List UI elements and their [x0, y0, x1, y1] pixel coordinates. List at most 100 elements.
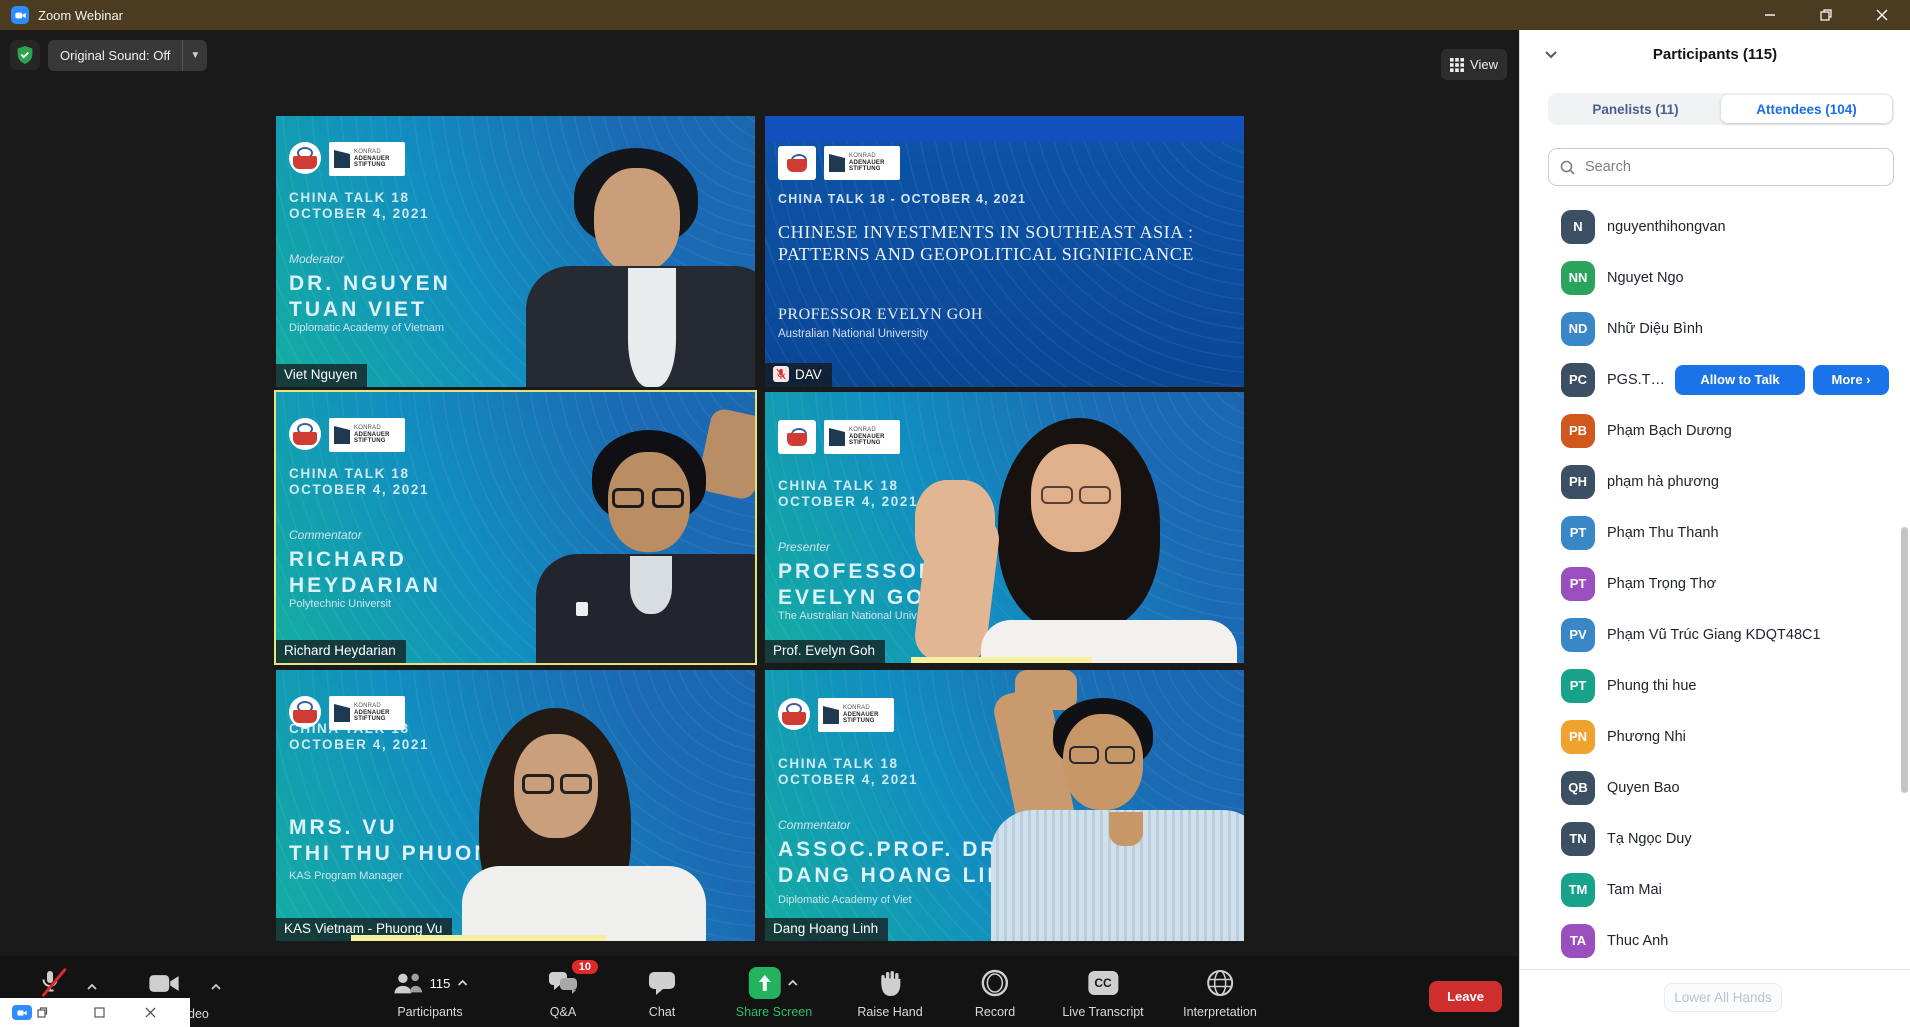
slide-role: Moderator: [289, 252, 344, 266]
participant-name-label: DAV: [765, 363, 832, 387]
meeting-main-area: Original Sound: Off ▼ View KONRADADENAUE…: [0, 30, 1519, 1027]
view-label: View: [1470, 57, 1498, 72]
participant-name: phạm hà phương: [1607, 474, 1719, 490]
participant-avatar: PT: [1561, 567, 1595, 601]
minimize-button[interactable]: [1742, 0, 1798, 30]
slide-event-date: CHINA TALK 18 - OCTOBER 4, 2021: [778, 192, 1026, 206]
slide-speaker-org: Diplomatic Academy of Viet: [778, 894, 912, 906]
participant-row[interactable]: PCPGS.T…Allow to TalkMore ›: [1520, 354, 1910, 405]
participant-row[interactable]: PBPhạm Bạch Dương: [1520, 405, 1910, 456]
participant-row[interactable]: TNTạ Ngọc Duy: [1520, 813, 1910, 864]
participant-row[interactable]: PTPhạm Thu Thanh: [1520, 507, 1910, 558]
slide-speaker-name: DR. NGUYEN: [289, 272, 451, 296]
kas-logo-icon: KONRADADENAUERSTIFTUNG: [329, 418, 405, 452]
participant-row[interactable]: NDNhữ Diệu Bình: [1520, 303, 1910, 354]
view-button[interactable]: View: [1441, 49, 1507, 80]
slide-speaker-name: ASSOC.PROF. DR.: [778, 838, 1007, 862]
slide-role: Presenter: [778, 540, 830, 554]
floating-window-titlebar: [0, 998, 190, 1027]
participant-avatar: PH: [1561, 465, 1595, 499]
lower-all-hands-button[interactable]: Lower All Hands: [1664, 983, 1782, 1012]
participant-name: Tam Mai: [1607, 882, 1662, 898]
slide-role: Commentator: [289, 528, 362, 542]
share-screen-label: Share Screen: [736, 1005, 812, 1019]
kas-logo-icon: KONRADADENAUERSTIFTUNG: [329, 696, 405, 730]
tab-attendees[interactable]: Attendees (104): [1721, 95, 1892, 123]
dav-logo-icon: [778, 698, 810, 730]
more-button[interactable]: More ›: [1813, 365, 1889, 395]
qa-badge: 10: [572, 960, 598, 974]
participant-row[interactable]: NNNguyet Ngo: [1520, 252, 1910, 303]
participant-name-label: Richard Heydarian: [276, 640, 406, 663]
participant-name-label: Viet Nguyen: [276, 364, 367, 387]
security-shield-icon[interactable]: [10, 40, 40, 70]
participant-name: Nguyet Ngo: [1607, 270, 1684, 286]
participants-chevron-icon: [456, 979, 468, 987]
tab-panelists[interactable]: Panelists (11): [1550, 95, 1721, 123]
slide-role: Commentator: [778, 818, 851, 832]
original-sound-button[interactable]: Original Sound: Off ▼: [48, 40, 207, 71]
slide-speaker-name: MRS. VU: [289, 816, 398, 840]
slide-speaker-name: PROFESSOR: [778, 560, 937, 584]
original-sound-label: Original Sound: Off: [48, 48, 182, 63]
participant-row[interactable]: TAThuc Anh: [1520, 915, 1910, 966]
dav-logo-icon: [289, 696, 321, 728]
record-button[interactable]: Record: [975, 968, 1015, 1019]
participants-tabs: Panelists (11) Attendees (104): [1548, 93, 1894, 125]
grid-view-icon: [1450, 58, 1464, 72]
participant-row[interactable]: PTPhung thi hue: [1520, 660, 1910, 711]
close-icon[interactable]: [145, 1007, 156, 1018]
audio-options-chevron-icon[interactable]: [86, 978, 98, 996]
live-transcript-label: Live Transcript: [1062, 1005, 1143, 1019]
participant-row[interactable]: PVPhạm Vũ Trúc Giang KDQT48C1: [1520, 609, 1910, 660]
interpretation-button[interactable]: Interpretation: [1183, 968, 1257, 1019]
leave-button[interactable]: Leave: [1429, 981, 1502, 1012]
participants-label: Participants: [397, 1005, 462, 1019]
participant-row[interactable]: TMTam Mai: [1520, 864, 1910, 915]
raise-hand-button[interactable]: Raise Hand: [857, 968, 922, 1019]
allow-to-talk-button[interactable]: Allow to Talk: [1675, 365, 1805, 395]
slide-speaker-org: KAS Program Manager: [289, 870, 403, 882]
participants-button[interactable]: 115 Participants: [392, 968, 469, 1019]
collapse-panel-chevron-icon[interactable]: [1544, 46, 1558, 64]
maximize-icon[interactable]: [94, 1007, 105, 1018]
video-tile-evelyn-goh: KONRADADENAUERSTIFTUNG CHINA TALK 18 OCT…: [765, 392, 1244, 663]
scrollbar-thumb[interactable]: [1901, 527, 1908, 793]
search-box[interactable]: [1548, 148, 1894, 186]
video-tile-richard-heydarian: KONRADADENAUERSTIFTUNG CHINA TALK 18 OCT…: [276, 392, 755, 663]
slide-speaker-name: TUAN VIET: [289, 298, 427, 322]
participants-icon: [392, 970, 424, 996]
participant-row[interactable]: PH phạm hà phương: [1520, 456, 1910, 507]
participant-row[interactable]: PNPhương Nhi: [1520, 711, 1910, 762]
participant-row[interactable]: QBQuyen Bao: [1520, 762, 1910, 813]
window-title: Zoom Webinar: [38, 8, 123, 23]
camera-icon: [148, 972, 180, 995]
slide-event-date: OCTOBER 4, 2021: [289, 737, 429, 752]
participant-avatar: PV: [1561, 618, 1595, 652]
slide-speaker-org: Diplomatic Academy of Vietnam: [289, 322, 444, 334]
participant-avatar: TA: [1561, 924, 1595, 958]
record-icon: [980, 968, 1010, 998]
qa-button[interactable]: 10 Q&A: [548, 968, 578, 1019]
slide-event-date: OCTOBER 4, 2021: [289, 482, 429, 497]
participant-name: Phạm Trọng Thơ: [1607, 576, 1716, 592]
original-sound-caret-icon[interactable]: ▼: [182, 40, 207, 71]
participant-row[interactable]: Nnguyenthihongvan: [1520, 201, 1910, 252]
slide-event-title: CHINA TALK 18: [778, 478, 899, 493]
zoom-webinar-window: Zoom Webinar Original Sound: Off ▼ View: [0, 0, 1910, 1027]
video-options-chevron-icon[interactable]: [210, 978, 222, 996]
video-button[interactable]: [148, 972, 180, 1000]
zoom-app-icon: [11, 6, 29, 24]
participant-name: Phạm Bạch Dương: [1607, 423, 1732, 439]
live-transcript-button[interactable]: CC Live Transcript: [1062, 968, 1143, 1019]
search-input[interactable]: [1583, 158, 1867, 176]
share-screen-button[interactable]: Share Screen: [736, 968, 812, 1019]
raise-hand-icon: [877, 969, 903, 997]
mute-button[interactable]: [38, 968, 64, 998]
restore-icon[interactable]: [37, 1007, 48, 1018]
chat-button[interactable]: Chat: [648, 968, 676, 1019]
close-button[interactable]: [1854, 0, 1910, 30]
restore-button[interactable]: [1798, 0, 1854, 30]
participant-row[interactable]: PT Phạm Trọng Thơ: [1520, 558, 1910, 609]
participants-list[interactable]: NnguyenthihongvanNNNguyet NgoNDNhữ Diệu …: [1520, 201, 1910, 966]
